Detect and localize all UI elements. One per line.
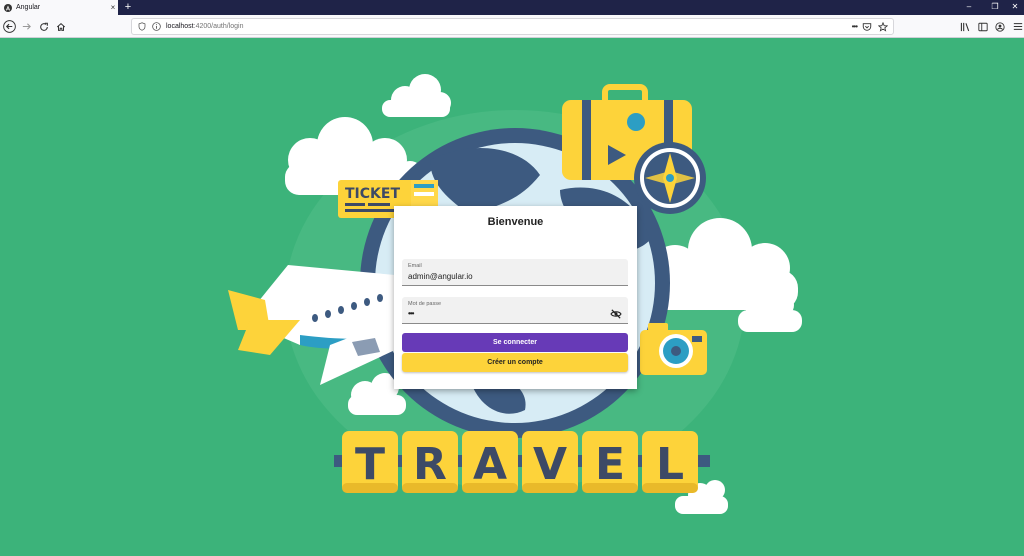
travel-letter: A (473, 439, 507, 490)
password-field[interactable]: Mot de passe ••• (402, 297, 628, 324)
travel-letter: V (533, 439, 567, 490)
password-label: Mot de passe (408, 301, 442, 307)
travel-letter-block: E (582, 431, 638, 493)
email-field[interactable]: Email (402, 259, 628, 286)
travel-letter-block: A (462, 431, 518, 493)
ticket-label: TICKET (345, 186, 400, 202)
account-icon[interactable] (993, 19, 1007, 34)
window-minimize-button[interactable]: – (956, 0, 982, 15)
page-actions-button[interactable]: ••• (852, 21, 858, 33)
password-input[interactable]: ••• (408, 309, 608, 320)
home-icon[interactable] (53, 19, 68, 34)
info-icon[interactable] (150, 21, 162, 33)
tab-close-icon[interactable]: × (108, 3, 118, 12)
window-close-button[interactable]: ✕ (1002, 0, 1024, 15)
travel-letter-block: T (342, 431, 398, 493)
reload-icon[interactable] (36, 19, 51, 34)
cloud-icon (382, 74, 451, 117)
address-bar[interactable]: localhost:4200/auth/login ••• (131, 18, 894, 35)
travel-banner: TRAVEL (334, 431, 710, 493)
url-path: :4200/auth/login (193, 23, 244, 30)
register-button[interactable]: Créer un compte (402, 353, 628, 372)
login-card: Bienvenue Email Mot de passe ••• Se conn… (394, 206, 637, 389)
visibility-off-icon[interactable] (610, 306, 622, 319)
star-icon[interactable] (877, 21, 889, 33)
travel-letter: E (595, 439, 625, 490)
tab-strip: Angular × + – ❐ ✕ (0, 0, 1024, 15)
travel-letter: T (355, 439, 385, 490)
browser-tab[interactable]: Angular × (0, 0, 118, 15)
hamburger-menu-icon[interactable] (1011, 19, 1024, 34)
pocket-icon[interactable] (861, 21, 873, 33)
url-host: localhost (166, 23, 194, 30)
library-icon[interactable] (958, 19, 972, 34)
shield-icon[interactable] (136, 21, 148, 33)
email-label: Email (408, 263, 422, 269)
new-tab-button[interactable]: + (122, 0, 134, 15)
tab-title: Angular (16, 4, 41, 11)
travel-letter: R (413, 439, 447, 490)
travel-letter: L (656, 439, 684, 490)
sidebar-icon[interactable] (976, 19, 990, 34)
login-title: Bienvenue (487, 216, 544, 228)
navigation-toolbar: localhost:4200/auth/login ••• (0, 15, 1024, 38)
email-input[interactable] (408, 271, 608, 282)
back-arrow-icon[interactable] (2, 19, 17, 34)
forward-arrow-icon[interactable] (19, 19, 34, 34)
compass-icon (634, 142, 706, 214)
login-button[interactable]: Se connecter (402, 333, 628, 352)
travel-letter-block: V (522, 431, 578, 493)
travel-letter-block: L (642, 431, 698, 493)
travel-letter-block: R (402, 431, 458, 493)
angular-icon (4, 3, 12, 12)
camera-icon (640, 323, 707, 375)
